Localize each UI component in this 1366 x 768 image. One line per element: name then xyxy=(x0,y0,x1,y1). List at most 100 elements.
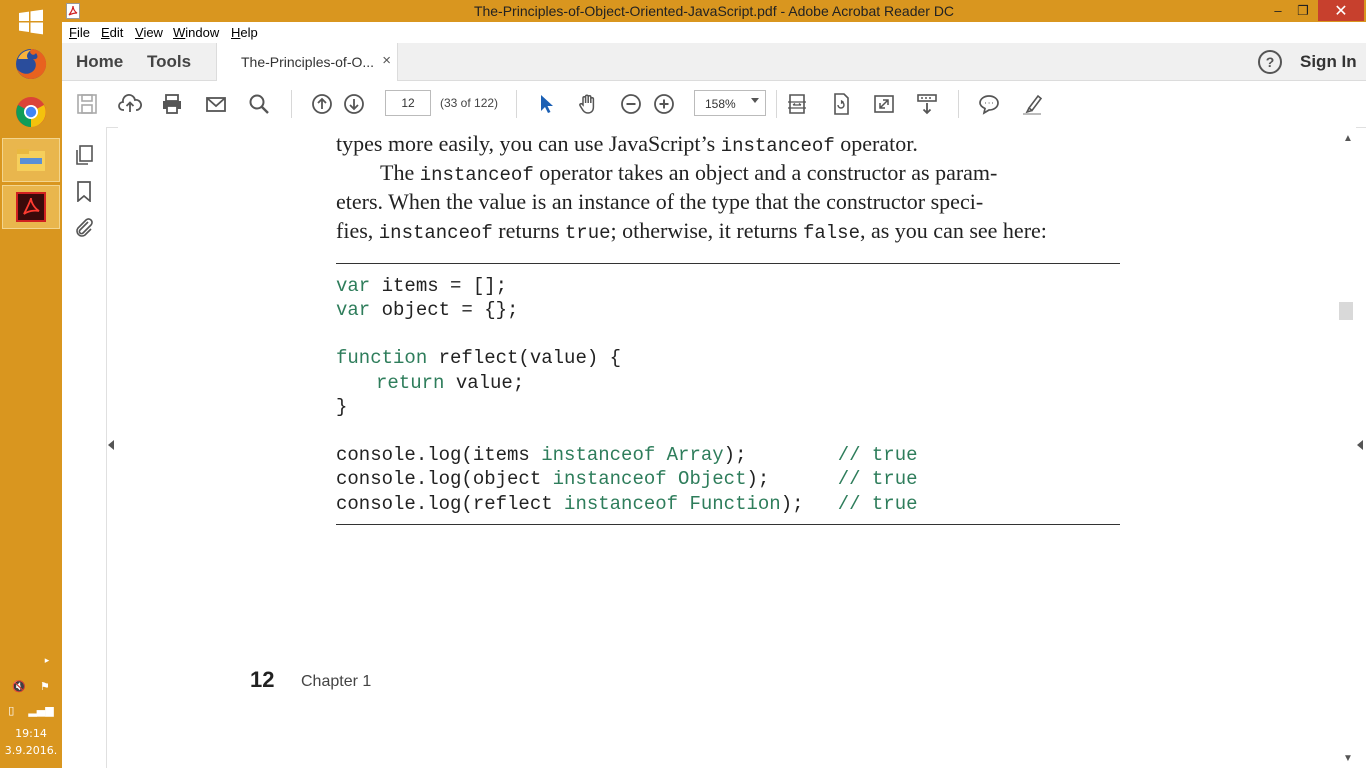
sign-in-button[interactable]: Sign In xyxy=(1300,52,1357,72)
chrome-taskbar-button[interactable] xyxy=(2,90,60,134)
full-screen-icon[interactable] xyxy=(871,91,897,117)
tab-document[interactable]: The-Principles-of-O... × xyxy=(216,43,398,81)
clock-time[interactable]: 19:14 xyxy=(0,727,62,740)
code-text: value; xyxy=(444,372,525,394)
inline-code: true xyxy=(564,222,611,244)
file-explorer-taskbar-button[interactable] xyxy=(2,138,60,182)
code-keyword: var xyxy=(336,275,371,297)
code-line: function reflect(value) { xyxy=(336,347,621,369)
power-icon[interactable]: ▯ xyxy=(8,704,14,717)
close-window-button[interactable]: ✕ xyxy=(1318,0,1364,21)
code-text: ); xyxy=(746,468,838,490)
acrobat-taskbar-button[interactable] xyxy=(2,185,60,229)
close-tab-icon[interactable]: × xyxy=(382,52,391,69)
comment-icon[interactable] xyxy=(976,91,1002,117)
menu-window-mnemonic: W xyxy=(173,25,186,40)
tray-expand-icon[interactable]: ▸ xyxy=(0,656,62,666)
tab-tools[interactable]: Tools xyxy=(147,52,191,72)
firefox-taskbar-button[interactable] xyxy=(2,42,60,86)
text-run: fies, xyxy=(336,218,379,243)
menu-bar: File Edit View Window Help xyxy=(62,22,1366,43)
previous-page-icon[interactable] xyxy=(309,91,335,117)
code-keyword: instanceof Array xyxy=(541,444,724,466)
page-number-input[interactable] xyxy=(385,90,431,116)
code-text: ); xyxy=(780,493,838,515)
inline-code: instanceof xyxy=(378,222,493,244)
inline-code: instanceof xyxy=(720,135,835,157)
next-page-icon[interactable] xyxy=(341,91,367,117)
bookmark-icon[interactable] xyxy=(73,180,95,202)
tab-bar: Home Tools The-Principles-of-O... × ? Si… xyxy=(62,43,1366,81)
inline-code: instanceof xyxy=(419,164,534,186)
menu-file[interactable]: File xyxy=(69,25,90,40)
select-cursor-icon[interactable] xyxy=(533,91,559,117)
paragraph-line: fies, instanceof returns true; otherwise… xyxy=(336,218,1047,244)
vertical-scrollbar[interactable]: ▲ ▼ xyxy=(1338,127,1356,768)
email-icon[interactable] xyxy=(203,91,229,117)
text-run: , as you can see here: xyxy=(859,218,1047,243)
search-icon[interactable] xyxy=(246,91,272,117)
hand-tool-icon[interactable] xyxy=(575,91,601,117)
rotate-view-icon[interactable] xyxy=(828,91,854,117)
expand-right-pane-icon[interactable] xyxy=(1357,440,1363,450)
flag-icon[interactable]: ⚑ xyxy=(40,680,50,693)
toolbar-separator xyxy=(776,90,777,118)
navigation-pane xyxy=(62,127,107,768)
code-line: console.log(reflect instanceof Function)… xyxy=(336,493,918,515)
highlight-pen-icon[interactable] xyxy=(1019,91,1045,117)
zoom-out-icon[interactable] xyxy=(618,91,644,117)
folder-icon xyxy=(17,149,45,171)
acrobat-icon xyxy=(16,192,46,222)
document-view[interactable]: types more easily, you can use JavaScrip… xyxy=(118,127,1338,768)
maximize-button[interactable]: ❐ xyxy=(1287,0,1319,21)
toolbar-separator xyxy=(958,90,959,118)
help-icon[interactable]: ? xyxy=(1258,50,1282,74)
chrome-icon xyxy=(16,97,46,127)
page-thumbnails-icon[interactable] xyxy=(73,144,95,166)
zoom-in-icon[interactable] xyxy=(651,91,677,117)
code-line: console.log(items instanceof Array); // … xyxy=(336,444,918,466)
menu-help-label: elp xyxy=(240,25,258,40)
volume-muted-icon[interactable]: 🔇 xyxy=(12,680,26,693)
windows-start-button[interactable] xyxy=(2,0,60,44)
fit-page-icon[interactable] xyxy=(784,91,810,117)
menu-window[interactable]: Window xyxy=(173,25,219,40)
paragraph-line: types more easily, you can use JavaScrip… xyxy=(336,131,918,157)
menu-help[interactable]: Help xyxy=(231,25,258,40)
code-keyword: var xyxy=(336,299,371,321)
code-keyword: return xyxy=(376,372,445,394)
paragraph-line: eters. When the value is an instance of … xyxy=(336,189,984,214)
code-keyword: instanceof Function xyxy=(564,493,781,515)
code-line: var object = {}; xyxy=(336,299,518,321)
code-comment: // true xyxy=(837,444,918,466)
zoom-dropdown[interactable]: 158% xyxy=(694,90,766,116)
save-icon[interactable] xyxy=(74,91,100,117)
attachment-icon[interactable] xyxy=(73,216,95,238)
code-line: console.log(object instanceof Object); /… xyxy=(336,468,918,490)
text-run: The xyxy=(380,160,420,185)
code-text: console.log(items xyxy=(336,444,542,466)
network-signal-icon[interactable]: ▂▄▆ xyxy=(28,704,53,717)
code-line: return value; xyxy=(376,372,524,394)
scroll-down-icon[interactable]: ▼ xyxy=(1343,753,1353,764)
scroll-mode-icon[interactable] xyxy=(914,91,940,117)
print-icon[interactable] xyxy=(159,91,185,117)
menu-window-label: indow xyxy=(185,25,220,40)
menu-view[interactable]: View xyxy=(135,25,163,40)
collapse-left-pane-icon[interactable] xyxy=(108,440,114,450)
inline-code: false xyxy=(802,222,860,244)
paragraph-line: The instanceof operator takes an object … xyxy=(380,160,997,186)
scroll-up-icon[interactable]: ▲ xyxy=(1343,133,1353,144)
clock-date[interactable]: 3.9.2016. xyxy=(0,744,62,757)
code-text: items = []; xyxy=(370,275,508,297)
scrollbar-thumb[interactable] xyxy=(1339,302,1353,320)
code-comment: // true xyxy=(837,493,918,515)
tab-home[interactable]: Home xyxy=(76,52,123,72)
code-block-bottom-rule xyxy=(336,524,1120,525)
text-run: ; otherwise, it returns xyxy=(610,218,803,243)
upload-cloud-icon[interactable] xyxy=(117,91,143,117)
menu-edit[interactable]: Edit xyxy=(101,25,123,40)
code-text: console.log(object xyxy=(336,468,553,490)
windows-logo-icon xyxy=(19,9,43,35)
text-run: types more easily, you can use JavaScrip… xyxy=(336,131,721,156)
